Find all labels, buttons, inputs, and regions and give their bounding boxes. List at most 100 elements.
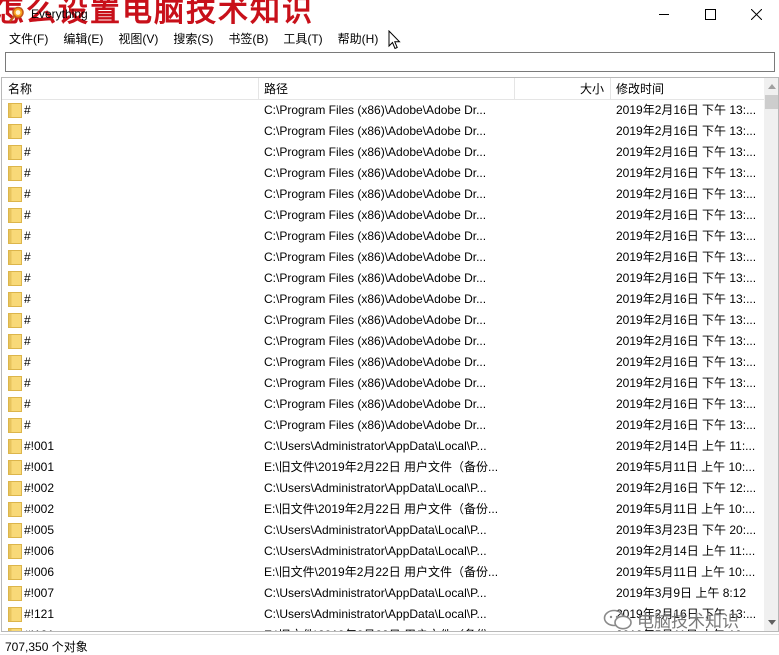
- row-modified: 2019年5月11日 上午 10:...: [616, 502, 756, 516]
- column-divider[interactable]: [258, 78, 259, 100]
- row-name: #: [24, 229, 31, 243]
- table-row[interactable]: # C:\Program Files (x86)\Adobe\Adobe Dr..…: [2, 163, 764, 184]
- row-path: E:\旧文件\2019年2月22日 用户文件（备份...: [264, 625, 510, 631]
- row-path: C:\Program Files (x86)\Adobe\Adobe Dr...: [264, 250, 487, 264]
- folder-icon: [8, 166, 22, 181]
- folder-icon: [8, 628, 22, 631]
- row-name: #: [24, 292, 31, 306]
- table-row[interactable]: # C:\Program Files (x86)\Adobe\Adobe Dr..…: [2, 310, 764, 331]
- table-row[interactable]: # C:\Program Files (x86)\Adobe\Adobe Dr..…: [2, 352, 764, 373]
- table-row[interactable]: # C:\Program Files (x86)\Adobe\Adobe Dr..…: [2, 289, 764, 310]
- row-name: #!002: [24, 481, 55, 495]
- row-path: C:\Program Files (x86)\Adobe\Adobe Dr...: [264, 334, 487, 348]
- folder-icon: [8, 355, 22, 370]
- table-row[interactable]: #!006 C:\Users\Administrator\AppData\Loca…: [2, 541, 764, 562]
- row-name: #: [24, 208, 31, 222]
- row-modified: 2019年2月16日 下午 13:...: [616, 376, 757, 390]
- row-path: C:\Users\Administrator\AppData\Local\P..…: [264, 586, 487, 600]
- row-modified: 2019年2月16日 下午 13:...: [616, 334, 757, 348]
- scroll-down-button[interactable]: [764, 614, 778, 631]
- row-name: #: [24, 103, 31, 117]
- menu-item[interactable]: 视图(V): [109, 28, 164, 50]
- table-row[interactable]: # C:\Program Files (x86)\Adobe\Adobe Dr..…: [2, 142, 764, 163]
- row-modified: 2019年3月23日 下午 20:...: [616, 523, 757, 537]
- table-row[interactable]: #!001 C:\Users\Administrator\AppData\Loca…: [2, 436, 764, 457]
- column-divider[interactable]: [514, 78, 515, 100]
- table-row[interactable]: #!005 C:\Users\Administrator\AppData\Loca…: [2, 520, 764, 541]
- maximize-button[interactable]: [687, 0, 733, 28]
- row-name: #!007: [24, 586, 55, 600]
- menu-item[interactable]: 书签(B): [219, 28, 274, 50]
- table-row[interactable]: #!002 C:\Users\Administrator\AppData\Loca…: [2, 478, 764, 499]
- table-row[interactable]: #!001 E:\旧文件\2019年2月22日 用户文件（备份... 2019年5月…: [2, 457, 764, 478]
- minimize-icon: [659, 14, 669, 15]
- row-modified: 2019年3月9日 上午 8:12: [616, 586, 747, 600]
- row-path: E:\旧文件\2019年2月22日 用户文件（备份...: [264, 502, 499, 516]
- search-box[interactable]: [5, 52, 775, 72]
- column-header-modified[interactable]: 修改时间: [616, 78, 664, 100]
- row-modified: 2019年2月16日 下午 13:...: [616, 229, 757, 243]
- table-row[interactable]: # C:\Program Files (x86)\Adobe\Adobe Dr..…: [2, 100, 764, 121]
- search-input[interactable]: [6, 53, 774, 71]
- table-row[interactable]: # C:\Program Files (x86)\Adobe\Adobe Dr..…: [2, 247, 764, 268]
- menu-item[interactable]: 工具(T): [274, 28, 328, 50]
- row-path: E:\旧文件\2019年2月22日 用户文件（备份...: [264, 565, 499, 579]
- row-path: C:\Users\Administrator\AppData\Local\P..…: [264, 544, 487, 558]
- table-row[interactable]: # C:\Program Files (x86)\Adobe\Adobe Dr..…: [2, 268, 764, 289]
- menu-item[interactable]: 帮助(H): [329, 28, 385, 50]
- table-row[interactable]: # C:\Program Files (x86)\Adobe\Adobe Dr..…: [2, 373, 764, 394]
- row-name: #: [24, 166, 31, 180]
- vertical-scrollbar[interactable]: [764, 78, 778, 631]
- table-row[interactable]: #!006 E:\旧文件\2019年2月22日 用户文件（备份... 2019年5月…: [2, 562, 764, 583]
- table-row[interactable]: # C:\Program Files (x86)\Adobe\Adobe Dr..…: [2, 331, 764, 352]
- column-header-row: 名称 路径 大小 修改时间: [2, 78, 764, 100]
- table-row[interactable]: # C:\Program Files (x86)\Adobe\Adobe Dr..…: [2, 205, 764, 226]
- menu-item[interactable]: 编辑(E): [54, 28, 109, 50]
- row-name: #: [24, 376, 31, 390]
- row-modified: 2019年2月16日 下午 13:...: [616, 355, 757, 369]
- row-path: C:\Program Files (x86)\Adobe\Adobe Dr...: [264, 208, 487, 222]
- table-row[interactable]: # C:\Program Files (x86)\Adobe\Adobe Dr..…: [2, 415, 764, 436]
- menu-item[interactable]: 文件(F): [0, 28, 54, 50]
- folder-icon: [8, 460, 22, 475]
- row-name: #: [24, 187, 31, 201]
- minimize-button[interactable]: [641, 0, 687, 28]
- column-header-path[interactable]: 路径: [264, 78, 288, 100]
- row-path: C:\Users\Administrator\AppData\Local\P..…: [264, 439, 487, 453]
- table-row[interactable]: # C:\Program Files (x86)\Adobe\Adobe Dr..…: [2, 226, 764, 247]
- wechat-logo-icon: [603, 609, 632, 629]
- scroll-up-button[interactable]: [764, 78, 778, 95]
- row-name: #!001: [24, 439, 55, 453]
- results-rows: # C:\Program Files (x86)\Adobe\Adobe Dr..…: [2, 100, 764, 631]
- row-name: #!006: [24, 565, 55, 579]
- column-divider[interactable]: [610, 78, 611, 100]
- chevron-up-icon: [768, 84, 776, 89]
- scroll-thumb[interactable]: [765, 95, 778, 109]
- table-row[interactable]: #!002 E:\旧文件\2019年2月22日 用户文件（备份... 2019年5月…: [2, 499, 764, 520]
- table-row[interactable]: # C:\Program Files (x86)\Adobe\Adobe Dr..…: [2, 121, 764, 142]
- folder-icon: [8, 271, 22, 286]
- row-path: C:\Users\Administrator\AppData\Local\P..…: [264, 523, 487, 537]
- column-header-size[interactable]: 大小: [580, 78, 604, 100]
- row-modified: 2019年2月16日 下午 13:...: [616, 397, 757, 411]
- row-path: C:\Program Files (x86)\Adobe\Adobe Dr...: [264, 376, 487, 390]
- row-path: C:\Program Files (x86)\Adobe\Adobe Dr...: [264, 187, 487, 201]
- row-path: C:\Program Files (x86)\Adobe\Adobe Dr...: [264, 397, 487, 411]
- row-name: #: [24, 355, 31, 369]
- folder-icon: [8, 334, 22, 349]
- row-modified: 2019年2月14日 上午 11:...: [616, 439, 756, 453]
- status-bar: 707,350 个对象: [0, 634, 779, 655]
- close-button[interactable]: [733, 0, 779, 28]
- table-row[interactable]: #!007 C:\Users\Administrator\AppData\Loca…: [2, 583, 764, 604]
- mouse-cursor-icon: [388, 30, 401, 50]
- column-header-name[interactable]: 名称: [8, 78, 32, 100]
- table-row[interactable]: # C:\Program Files (x86)\Adobe\Adobe Dr..…: [2, 394, 764, 415]
- menu-item[interactable]: 搜索(S): [164, 28, 219, 50]
- table-row[interactable]: # C:\Program Files (x86)\Adobe\Adobe Dr..…: [2, 184, 764, 205]
- folder-icon: [8, 313, 22, 328]
- row-modified: 2019年2月16日 下午 13:...: [616, 166, 757, 180]
- folder-icon: [8, 229, 22, 244]
- folder-icon: [8, 124, 22, 139]
- row-path: C:\Program Files (x86)\Adobe\Adobe Dr...: [264, 355, 487, 369]
- folder-icon: [8, 103, 22, 118]
